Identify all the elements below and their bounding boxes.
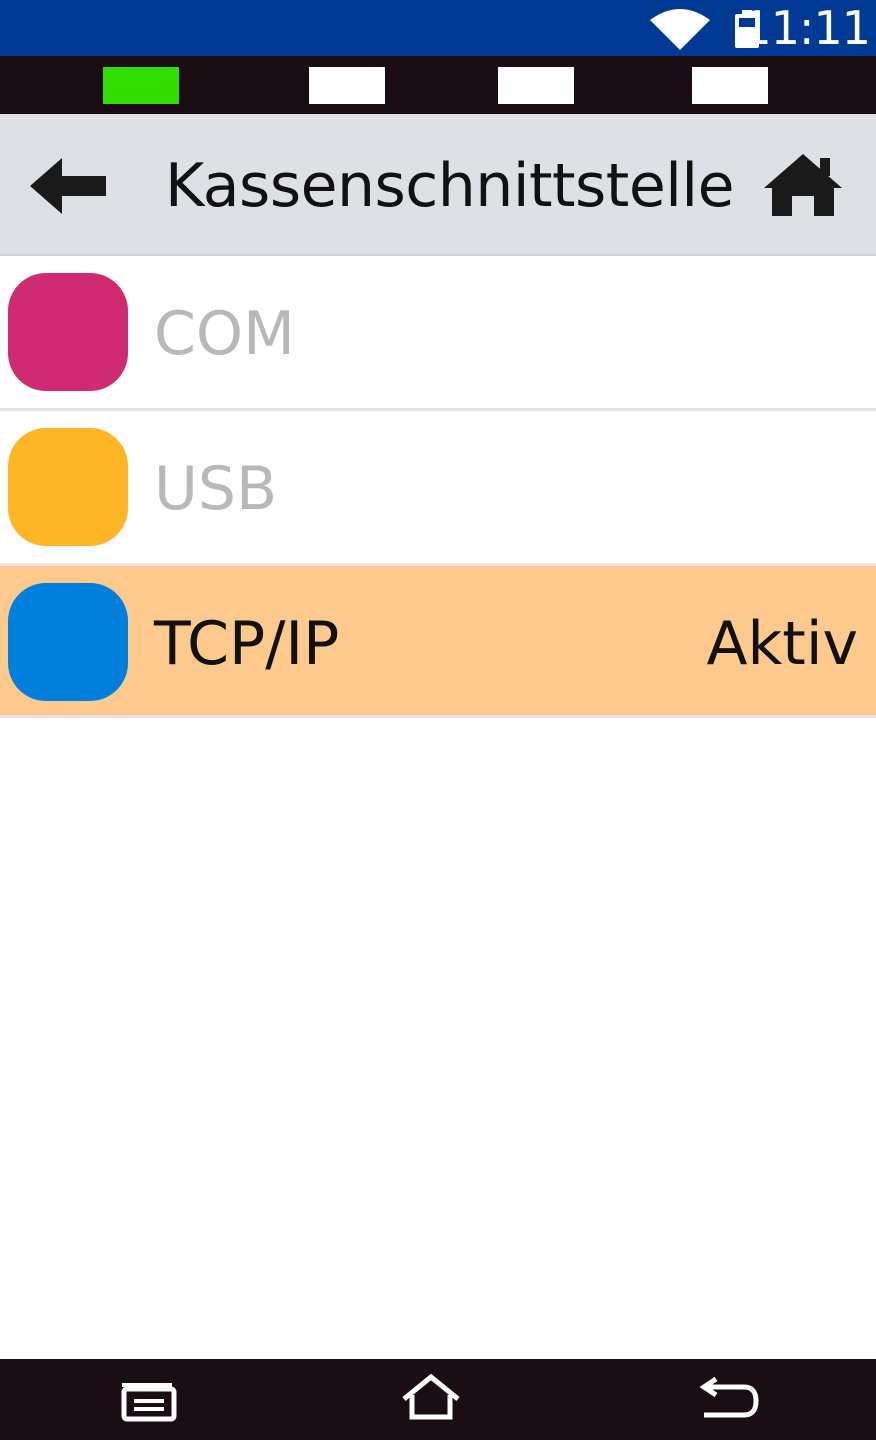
com-color-swatch bbox=[8, 273, 128, 391]
indicator-4 bbox=[692, 67, 768, 104]
list-item-label: COM bbox=[154, 299, 295, 369]
status-label: Aktiv bbox=[706, 609, 859, 679]
wifi-icon bbox=[650, 9, 710, 50]
status-bar: 11:11 bbox=[0, 0, 876, 56]
recent-apps-icon bbox=[121, 1383, 177, 1422]
indicator-strip bbox=[0, 56, 876, 114]
indicator-3 bbox=[498, 67, 574, 104]
home-icon bbox=[764, 154, 842, 216]
list-item-com[interactable]: COM bbox=[0, 256, 876, 411]
back-button[interactable] bbox=[24, 154, 114, 218]
recent-apps-button[interactable] bbox=[112, 1373, 182, 1425]
list-item-label: USB bbox=[154, 454, 278, 524]
usb-color-swatch bbox=[8, 428, 128, 546]
status-clock: 11:11 bbox=[742, 1, 871, 55]
list-item-usb[interactable]: USB bbox=[0, 411, 876, 566]
back-icon bbox=[699, 1376, 759, 1418]
page-title: Kassenschnittstelle bbox=[165, 151, 735, 221]
arrow-left-icon bbox=[30, 158, 106, 214]
interface-list: COM USB TCP/IP Aktiv bbox=[0, 256, 876, 718]
indicator-2 bbox=[309, 67, 385, 104]
indicator-1 bbox=[103, 67, 179, 104]
header: Kassenschnittstelle bbox=[0, 114, 876, 256]
home-outline-icon bbox=[402, 1373, 460, 1420]
list-item-tcpip[interactable]: TCP/IP Aktiv bbox=[0, 566, 876, 718]
tcpip-color-swatch bbox=[8, 583, 128, 701]
nav-back-button[interactable] bbox=[694, 1373, 764, 1425]
home-button[interactable] bbox=[762, 152, 844, 218]
navigation-bar bbox=[0, 1359, 876, 1440]
list-item-label: TCP/IP bbox=[154, 609, 340, 679]
nav-home-button[interactable] bbox=[396, 1373, 466, 1425]
